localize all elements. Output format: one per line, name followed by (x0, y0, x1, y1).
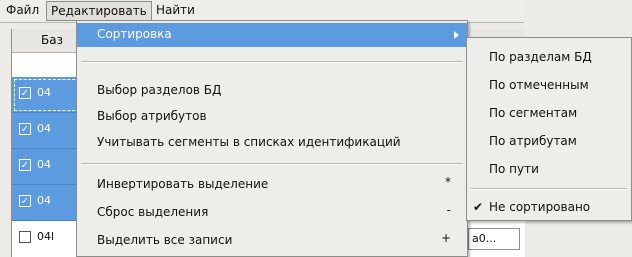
table-row[interactable]: 04l (12, 221, 82, 257)
column-header-label: Баз (41, 33, 63, 47)
row-cell: 04 (37, 122, 51, 135)
menu-item-label: Выбор атрибутов (97, 109, 207, 123)
edit-menu: Сортировка Выбор разделов БД Выбор атриб… (76, 20, 468, 257)
row-cell: 04 (37, 86, 51, 99)
menu-find-label: Найти (156, 3, 195, 17)
table-row[interactable]: ✓ 04 (12, 113, 82, 149)
submenu-item-label: По пути (489, 162, 539, 176)
submenu-item-by-marked[interactable]: По отмеченным (467, 74, 631, 98)
menu-item-shortcut: * (445, 175, 451, 189)
menu-item-select-attributes[interactable]: Выбор атрибутов (77, 105, 467, 129)
row-cell: 04 (37, 194, 51, 207)
row-checkbox[interactable]: ✓ (19, 123, 31, 135)
table-cell-partial[interactable]: a0... (468, 228, 520, 250)
menu-item-label: Инвертировать выделение (97, 177, 269, 191)
table-row[interactable]: ✓ 04 (12, 149, 82, 185)
menu-item-label: Сброс выделения (97, 205, 209, 219)
menu-item-invert-selection[interactable]: Инвертировать выделение * (77, 173, 467, 197)
row-checkbox[interactable]: ✓ (19, 195, 31, 207)
table-row[interactable]: ✓ 04 (12, 77, 82, 113)
submenu-item-label: По разделам БД (489, 50, 592, 64)
submenu-item-not-sorted[interactable]: ✔ Не сортировано (467, 196, 631, 220)
menu-item-sort[interactable]: Сортировка (77, 23, 467, 47)
menu-item-label: Учитывать сегменты в списках идентификац… (97, 135, 401, 149)
sort-submenu: По разделам БД По отмеченным По сегмента… (466, 37, 632, 221)
submenu-item-by-attributes[interactable]: По атрибутам (467, 130, 631, 154)
menu-item-shortcut: + (440, 231, 451, 245)
submenu-arrow-icon (454, 31, 459, 39)
menu-item-consider-segments[interactable]: Учитывать сегменты в списках идентификац… (77, 131, 467, 155)
table-row[interactable]: ✓ 04 (12, 185, 82, 221)
menu-edit-label: Редактировать (51, 4, 147, 18)
menu-item-label: Выбор разделов БД (97, 83, 222, 97)
menu-file[interactable]: Файл (2, 3, 43, 17)
menu-item-label: Выделить все записи (97, 233, 233, 247)
menu-separator (471, 188, 627, 190)
row-checkbox[interactable]: ✓ (19, 87, 31, 99)
menu-item-select-db-sections[interactable]: Выбор разделов БД (77, 79, 467, 103)
menu-edit[interactable]: Редактировать (46, 1, 152, 21)
checkmark-icon: ✔ (473, 200, 484, 214)
menu-item-sort-label: Сортировка (97, 27, 172, 41)
submenu-item-label: По отмеченным (489, 78, 589, 92)
submenu-item-by-segments[interactable]: По сегментам (467, 102, 631, 126)
row-checkbox[interactable] (19, 231, 31, 243)
menu-find[interactable]: Найти (152, 3, 199, 17)
menu-separator (81, 61, 463, 63)
menu-item-shortcut: - (446, 203, 451, 217)
submenu-item-by-db-sections[interactable]: По разделам БД (467, 46, 631, 70)
row-cell: 04 (37, 158, 51, 171)
submenu-item-label: По атрибутам (489, 134, 577, 148)
menu-item-select-all[interactable]: Выделить все записи + (77, 229, 467, 253)
menu-item-reset-selection[interactable]: Сброс выделения - (77, 201, 467, 225)
menu-file-label: Файл (6, 3, 40, 17)
submenu-item-label: По сегментам (489, 106, 578, 120)
submenu-item-by-path[interactable]: По пути (467, 158, 631, 182)
row-checkbox[interactable]: ✓ (19, 159, 31, 171)
menu-separator (81, 163, 463, 165)
submenu-item-label: Не сортировано (489, 200, 591, 214)
row-cell: 04l (37, 230, 55, 243)
